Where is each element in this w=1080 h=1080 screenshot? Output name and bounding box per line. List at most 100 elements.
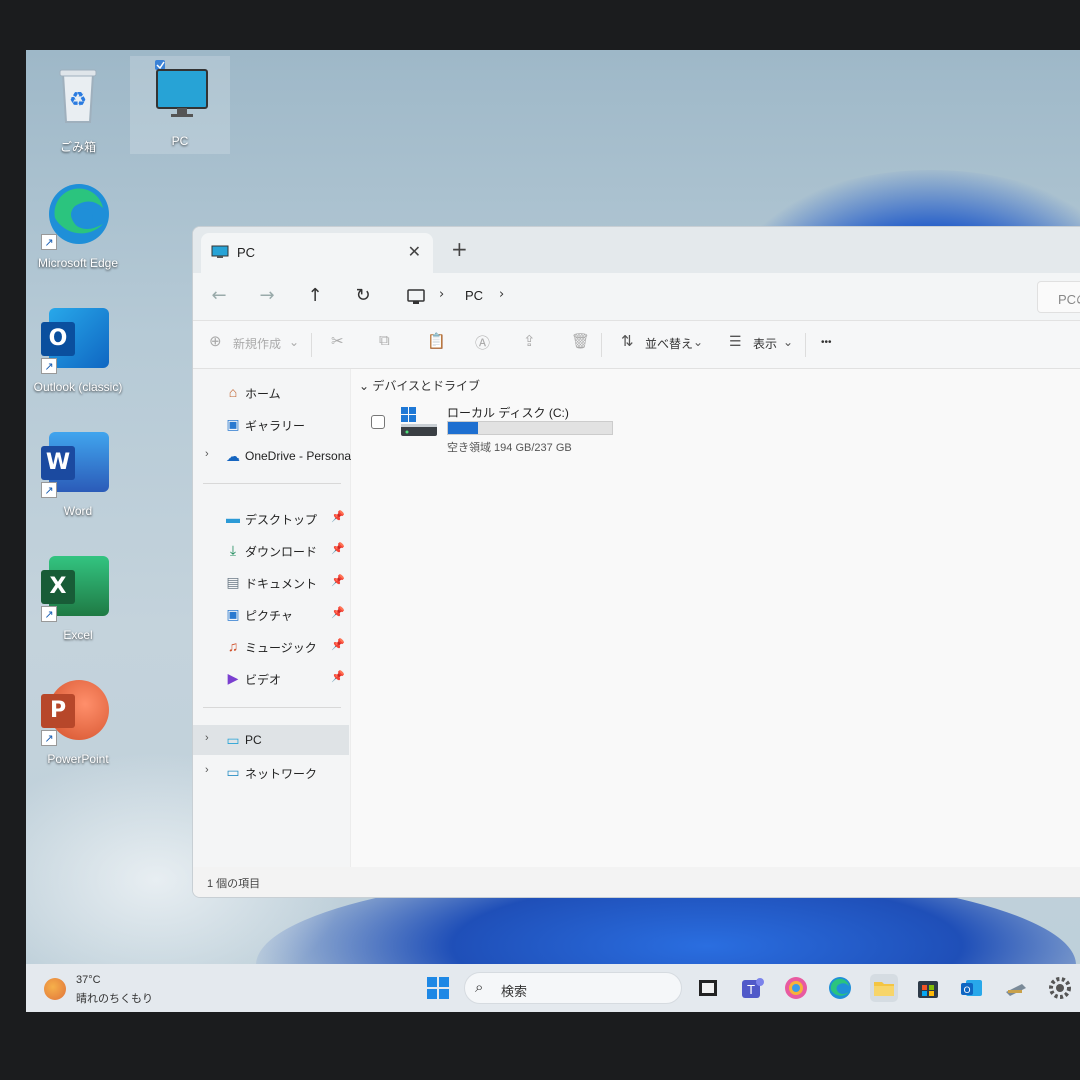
outlook-taskbar-icon[interactable]: O <box>958 974 986 1002</box>
search-input[interactable]: PCの <box>1037 281 1080 313</box>
desktop-icon-recycle-bin[interactable]: ♻ ごみ箱 <box>28 60 128 155</box>
new-tab-button[interactable]: + <box>451 237 468 261</box>
toolbar-divider <box>805 333 806 357</box>
desktop-icon-excel[interactable]: X ↗ Excel <box>28 550 128 642</box>
weather-sun-icon <box>44 978 66 1000</box>
drive-item-c[interactable]: ローカル ディスク (C:) 空き領域 194 GB/237 GB <box>371 401 613 454</box>
drive-usage-fill <box>448 422 478 434</box>
drive-free-space: 空き領域 194 GB/237 GB <box>447 442 572 454</box>
close-icon[interactable]: ✕ <box>408 242 421 261</box>
chevron-right-icon[interactable]: › <box>205 448 209 460</box>
desktop-icon-edge[interactable]: ↗ Microsoft Edge <box>28 178 128 270</box>
excel-icon: X ↗ <box>41 550 115 624</box>
sidebar-item-desktop[interactable]: ▬ デスクトップ 📌 <box>193 503 349 533</box>
share-icon[interactable]: ⇪ <box>523 332 536 350</box>
gallery-icon: ▣ <box>226 416 240 432</box>
address-bar[interactable]: › PC › <box>399 283 1009 311</box>
more-options-button[interactable]: ••• <box>821 337 832 348</box>
pin-icon[interactable]: 📌 <box>331 510 345 523</box>
paste-icon[interactable]: 📋 <box>427 332 446 350</box>
pin-icon[interactable]: 📌 <box>331 542 345 555</box>
group-header[interactable]: ⌄ デバイスとドライブ <box>359 377 480 394</box>
file-explorer-icon[interactable] <box>870 974 898 1002</box>
sidebar-item-home[interactable]: ⌂ ホーム <box>193 377 349 407</box>
forward-arrow-icon[interactable]: → <box>255 285 279 306</box>
view-icon[interactable]: ☰ <box>729 333 742 350</box>
desktop-screen: ♻ ごみ箱 PC ↗ Microsoft Edge O ↗ Outlook (c… <box>26 50 1080 1012</box>
sidebar-item-gallery[interactable]: ▣ ギャラリー <box>193 409 349 439</box>
item-count: 1 個の項目 <box>207 878 261 890</box>
group-header-label: デバイスとドライブ <box>372 379 481 393</box>
sidebar-item-documents[interactable]: ▤ ドキュメント 📌 <box>193 567 349 597</box>
chevron-down-icon: ⌄ <box>693 335 704 349</box>
desktop-icon-powerpoint[interactable]: P ↗ PowerPoint <box>28 674 128 766</box>
toolbar-divider <box>311 333 312 357</box>
desktop-icon-label: Microsoft Edge <box>37 256 119 270</box>
word-letter: W <box>41 446 75 480</box>
weather-condition: 晴れのちくもり <box>76 993 153 1005</box>
download-icon: ⤓ <box>229 542 237 558</box>
breadcrumb-pc[interactable]: PC <box>465 288 483 303</box>
sort-icon[interactable]: ⇅ <box>621 332 634 350</box>
desktop-icon-label: Word <box>63 504 93 518</box>
sort-button[interactable]: 並べ替え <box>645 335 693 352</box>
content-pane: ⌄ デバイスとドライブ ローカル ディスク (C:) 空き領域 194 GB/2… <box>351 369 1080 869</box>
sidebar-item-label: ミュージック <box>245 641 317 655</box>
chevron-right-icon: › <box>439 287 445 302</box>
sidebar-item-label: ホーム <box>245 387 281 401</box>
sidebar-item-music[interactable]: ♫ ミュージック 📌 <box>193 631 349 661</box>
settings-gear-icon[interactable] <box>1046 974 1074 1002</box>
search-icon: ⌕ <box>475 978 484 996</box>
document-icon: ▤ <box>226 574 240 590</box>
store-icon[interactable] <box>914 974 942 1002</box>
taskbar-search[interactable]: ⌕ 検索 <box>464 972 682 1004</box>
sidebar-item-network[interactable]: › ▭ ネットワーク <box>193 757 349 787</box>
desktop-icon-outlook[interactable]: O ↗ Outlook (classic) <box>28 302 128 394</box>
taskbar: 37°C 晴れのちくもり ⌕ 検索 T O <box>26 964 1080 1012</box>
new-button[interactable]: 新規作成 <box>233 335 281 352</box>
chevron-right-icon[interactable]: › <box>205 732 209 744</box>
tab-pc[interactable]: PC ✕ <box>201 233 433 273</box>
sidebar-item-videos[interactable]: ▶ ビデオ 📌 <box>193 663 349 693</box>
chevron-right-icon[interactable]: › <box>205 764 209 776</box>
chevron-right-icon[interactable]: › <box>499 287 504 302</box>
navigation-bar: ← → ↑ ↻ › PC › PCの <box>193 273 1080 321</box>
back-arrow-icon[interactable]: ← <box>207 285 231 306</box>
delete-icon[interactable]: 🗑 <box>571 332 590 350</box>
edge-icon[interactable] <box>826 974 854 1002</box>
pin-icon[interactable]: 📌 <box>331 670 345 683</box>
view-button[interactable]: 表示 <box>753 335 777 352</box>
pc-monitor-icon <box>211 245 229 258</box>
task-view-icon[interactable] <box>694 974 722 1002</box>
shortcut-arrow-icon: ↗ <box>41 606 57 622</box>
up-arrow-icon[interactable]: ↑ <box>303 285 327 306</box>
shortcut-arrow-icon: ↗ <box>41 234 57 250</box>
copy-icon[interactable]: ⧉ <box>379 332 390 349</box>
weather-temp: 37°C <box>76 974 101 986</box>
copilot-icon[interactable] <box>782 974 810 1002</box>
video-icon: ▶ <box>227 670 239 686</box>
pin-icon[interactable]: 📌 <box>331 606 345 619</box>
sidebar-item-pictures[interactable]: ▣ ピクチャ 📌 <box>193 599 349 629</box>
sidebar-item-downloads[interactable]: ⤓ ダウンロード 📌 <box>193 535 349 565</box>
rename-icon[interactable]: Ⓐ <box>475 332 490 353</box>
sidebar-item-label: ドキュメント <box>245 577 318 591</box>
teams-icon[interactable]: T <box>738 974 766 1002</box>
chevron-down-icon: ⌄ <box>289 335 300 349</box>
sidebar-item-pc[interactable]: › ▭ PC <box>193 725 349 755</box>
desktop-icon-pc[interactable]: PC <box>130 56 230 154</box>
sidebar-item-onedrive[interactable]: › ☁ OneDrive - Persona <box>193 441 351 471</box>
shortcut-arrow-icon: ↗ <box>41 482 57 498</box>
new-plus-icon[interactable]: ⊕ <box>209 332 222 350</box>
pin-icon[interactable]: 📌 <box>331 638 345 651</box>
desktop-icon-word[interactable]: W ↗ Word <box>28 426 128 518</box>
cut-icon[interactable]: ✂ <box>331 332 344 350</box>
start-icon[interactable] <box>424 974 452 1002</box>
edge-icon: ↗ <box>41 178 115 252</box>
item-checkbox[interactable] <box>371 415 385 429</box>
app-icon[interactable] <box>1002 974 1030 1002</box>
refresh-icon[interactable]: ↻ <box>351 285 375 306</box>
drive-name: ローカル ディスク (C:) <box>447 406 569 420</box>
pin-icon[interactable]: 📌 <box>331 574 345 587</box>
status-bar: 1 個の項目 <box>193 867 1080 897</box>
